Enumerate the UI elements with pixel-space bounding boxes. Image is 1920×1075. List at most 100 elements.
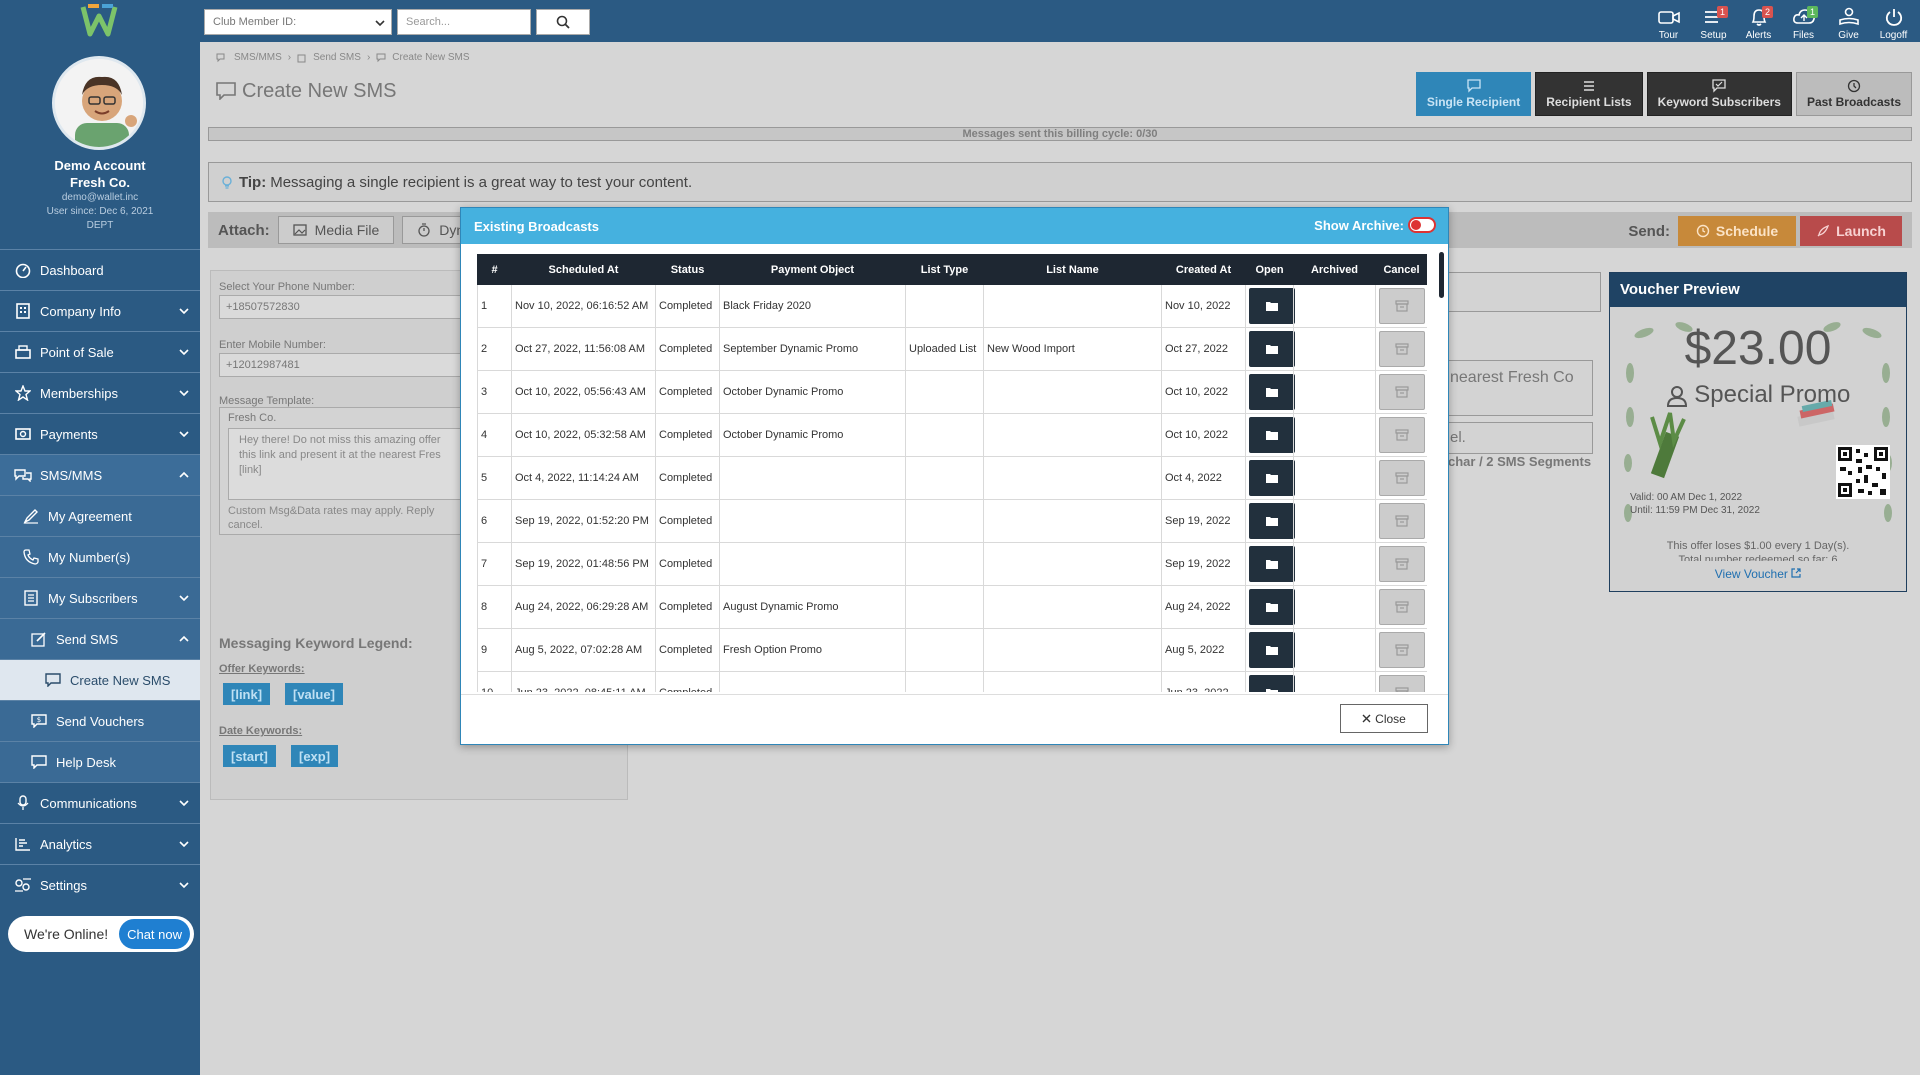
account-company: Fresh Co. xyxy=(70,175,130,190)
sidebar-item-label: Create New SMS xyxy=(70,672,171,688)
column-header[interactable]: # xyxy=(477,254,512,285)
scrollbar-thumb[interactable] xyxy=(1439,252,1444,298)
member-id-select[interactable]: Club Member ID: xyxy=(204,9,392,35)
sidebar-item-my-agreement[interactable]: My Agreement xyxy=(0,495,200,536)
tab-past-broadcasts[interactable]: Past Broadcasts xyxy=(1795,72,1912,116)
open-broadcast-button[interactable] xyxy=(1249,675,1295,692)
files-button[interactable]: 1 Files xyxy=(1781,4,1826,41)
cancel-broadcast-button[interactable] xyxy=(1379,632,1425,668)
cancel-broadcast-button[interactable] xyxy=(1379,589,1425,625)
cancel-broadcast-button[interactable] xyxy=(1379,417,1425,453)
sidebar-item-analytics[interactable]: Analytics xyxy=(0,823,200,864)
logoff-button[interactable]: Logoff xyxy=(1871,4,1916,41)
scheduled-at-cell: Sep 19, 2022, 01:52:20 PM xyxy=(511,499,656,543)
timer-icon xyxy=(417,223,431,237)
sidebar-item-memberships[interactable]: Memberships xyxy=(0,372,200,413)
sidebar-item-my-subscribers[interactable]: My Subscribers xyxy=(0,577,200,618)
broadcasts-table-container[interactable]: # Scheduled At Status Payment Object Lis… xyxy=(477,254,1427,692)
open-broadcast-button[interactable] xyxy=(1249,288,1295,324)
open-broadcast-button[interactable] xyxy=(1249,460,1295,496)
chat-status: We're Online! xyxy=(24,926,109,942)
column-header[interactable]: Created At xyxy=(1161,254,1246,285)
cancel-broadcast-button[interactable] xyxy=(1379,675,1425,692)
view-voucher-label: View Voucher xyxy=(1714,567,1788,581)
launch-button[interactable]: Launch xyxy=(1800,216,1902,246)
archive-icon xyxy=(1395,429,1409,441)
column-header[interactable]: Status xyxy=(655,254,720,285)
setup-button[interactable]: 1 Setup xyxy=(1691,4,1736,41)
view-voucher-link[interactable]: View Voucher xyxy=(1614,567,1902,581)
sidebar-item-company-info[interactable]: Company Info xyxy=(0,290,200,331)
alerts-button[interactable]: 2 Alerts xyxy=(1736,4,1781,41)
open-broadcast-button[interactable] xyxy=(1249,331,1295,367)
column-header[interactable]: List Name xyxy=(983,254,1162,285)
open-broadcast-button[interactable] xyxy=(1249,589,1295,625)
row-number-cell: 2 xyxy=(477,327,512,371)
open-broadcast-button[interactable] xyxy=(1249,546,1295,582)
char-count: char / 2 SMS Segments xyxy=(1448,454,1592,469)
breadcrumb-sms-mms[interactable]: SMS/MMS xyxy=(234,52,282,63)
cancel-broadcast-button[interactable] xyxy=(1379,503,1425,539)
archived-cell xyxy=(1293,413,1376,457)
give-button[interactable]: Give xyxy=(1826,4,1871,41)
sidebar-item-payments[interactable]: Payments xyxy=(0,413,200,454)
search-input[interactable]: Search... xyxy=(397,9,531,35)
keyword-start[interactable]: [start] xyxy=(223,745,276,767)
payment-object-cell xyxy=(719,456,906,500)
sidebar-item-communications[interactable]: Communications xyxy=(0,782,200,823)
mobile-number-label: Enter Mobile Number: xyxy=(219,339,326,351)
tour-button[interactable]: Tour xyxy=(1646,4,1691,41)
sidebar-item-create-new-sms[interactable]: Create New SMS xyxy=(0,659,200,700)
sidebar-item-send-sms[interactable]: Send SMS xyxy=(0,618,200,659)
sidebar-item-sms-mms[interactable]: SMS/MMS xyxy=(0,454,200,495)
sidebar-item-settings[interactable]: Settings xyxy=(0,864,200,905)
column-header[interactable]: List Type xyxy=(905,254,984,285)
sidebar-item-help-desk[interactable]: Help Desk xyxy=(0,741,200,782)
breadcrumb-send-sms[interactable]: Send SMS xyxy=(313,52,361,63)
sidebar-item-label: SMS/MMS xyxy=(40,467,103,483)
clock-icon xyxy=(1696,224,1710,238)
cancel-broadcast-button[interactable] xyxy=(1379,460,1425,496)
cancel-broadcast-button[interactable] xyxy=(1379,374,1425,410)
open-broadcast-button[interactable] xyxy=(1249,417,1295,453)
tab-recipient-lists[interactable]: Recipient Lists xyxy=(1535,72,1643,116)
chat-widget[interactable]: We're Online! Chat now xyxy=(8,916,194,952)
billing-progress: Messages sent this billing cycle: 0/30 xyxy=(208,127,1912,141)
sidebar-item-my-numbers[interactable]: My Number(s) xyxy=(0,536,200,577)
column-header: Cancel xyxy=(1375,254,1427,285)
search-button[interactable] xyxy=(536,9,590,35)
row-number-cell: 8 xyxy=(477,585,512,629)
tab-keyword-subscribers[interactable]: Keyword Subscribers xyxy=(1646,72,1792,116)
attach-media-button[interactable]: Media File xyxy=(277,216,395,244)
keyword-value[interactable]: [value] xyxy=(285,683,343,705)
payment-object-cell xyxy=(719,542,906,586)
sidebar-item-send-vouchers[interactable]: $ Send Vouchers xyxy=(0,700,200,741)
close-button[interactable]: Close xyxy=(1340,704,1428,733)
tab-single-recipient[interactable]: Single Recipient xyxy=(1415,72,1532,116)
brand-logo[interactable] xyxy=(80,4,118,38)
archive-icon xyxy=(1395,601,1409,613)
column-header[interactable]: Payment Object xyxy=(719,254,906,285)
sidebar-item-point-of-sale[interactable]: Point of Sale xyxy=(0,331,200,372)
lightbulb-icon xyxy=(219,174,235,190)
column-header[interactable]: Scheduled At xyxy=(511,254,656,285)
chat-now-button[interactable]: Chat now xyxy=(119,919,190,949)
open-broadcast-button[interactable] xyxy=(1249,503,1295,539)
list-type-cell xyxy=(905,585,984,629)
cancel-broadcast-button[interactable] xyxy=(1379,546,1425,582)
keyword-exp[interactable]: [exp] xyxy=(291,745,339,767)
keyword-link[interactable]: [link] xyxy=(223,683,271,705)
sidebar-item-dashboard[interactable]: Dashboard xyxy=(0,249,200,290)
cancel-broadcast-button[interactable] xyxy=(1379,288,1425,324)
avatar[interactable] xyxy=(52,56,146,150)
offer-keywords-label: Offer Keywords: xyxy=(219,663,305,675)
open-broadcast-button[interactable] xyxy=(1249,632,1295,668)
cancel-broadcast-button[interactable] xyxy=(1379,331,1425,367)
open-broadcast-button[interactable] xyxy=(1249,374,1295,410)
modal-scrollbar[interactable] xyxy=(1438,244,1446,694)
send-label: Send: xyxy=(1628,222,1670,240)
billing-text: Messages sent this billing cycle: 0/30 xyxy=(962,128,1158,140)
show-archive-toggle[interactable] xyxy=(1408,217,1436,233)
schedule-button[interactable]: Schedule xyxy=(1678,216,1796,246)
created-at-cell: Oct 10, 2022 xyxy=(1161,413,1246,457)
